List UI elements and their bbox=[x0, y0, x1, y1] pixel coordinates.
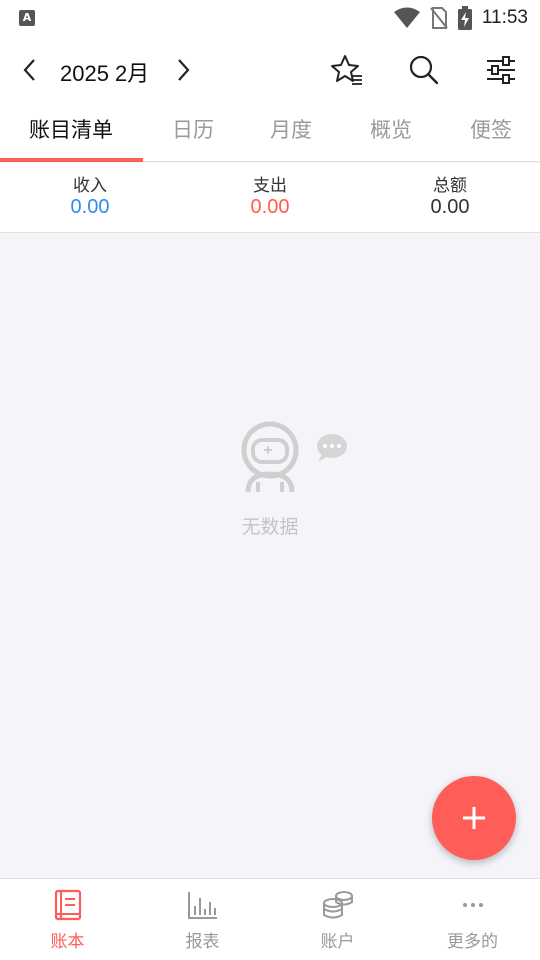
income-label: 收入 bbox=[73, 176, 107, 196]
nav-item-accounts[interactable]: 账户 bbox=[270, 879, 405, 960]
more-dots-icon bbox=[462, 903, 483, 907]
chevron-left-icon bbox=[23, 59, 35, 81]
app-notification-icon: A bbox=[19, 10, 35, 26]
total-label: 总额 bbox=[433, 176, 467, 196]
filter-button[interactable] bbox=[481, 50, 521, 90]
tab-ledger-list[interactable]: 账目清单 bbox=[21, 104, 121, 161]
chevron-right-icon bbox=[178, 59, 190, 81]
tab-monthly[interactable]: 月度 bbox=[241, 104, 341, 161]
favorite-list-icon bbox=[331, 55, 362, 85]
status-bar: A 11:53 bbox=[0, 0, 540, 36]
nav-item-ledger[interactable]: 账本 bbox=[0, 879, 135, 960]
clock-time: 11:53 bbox=[481, 7, 528, 28]
expense-label: 支出 bbox=[253, 176, 287, 196]
nav-label-more: 更多的 bbox=[447, 932, 498, 952]
status-icons: 11:53 bbox=[393, 6, 528, 30]
search-icon bbox=[409, 55, 439, 85]
summary-bar: 收入 0.00 支出 0.00 总额 0.00 bbox=[0, 163, 540, 233]
astronaut-icon bbox=[241, 421, 347, 493]
coins-stack-icon bbox=[322, 891, 353, 919]
next-month-button[interactable] bbox=[163, 50, 203, 90]
nav-item-more[interactable]: 更多的 bbox=[405, 879, 540, 960]
nav-label-accounts: 账户 bbox=[320, 932, 355, 952]
plus-icon bbox=[463, 807, 485, 829]
no-sim-icon bbox=[430, 7, 448, 29]
bottom-navigation: 账本 报表 账户 更多的 bbox=[0, 878, 540, 960]
bar-chart-icon bbox=[187, 892, 217, 919]
expense-value: 0.00 bbox=[250, 196, 290, 218]
ledger-book-icon bbox=[54, 889, 81, 921]
tab-overview[interactable]: 概览 bbox=[341, 104, 441, 161]
favorites-button[interactable] bbox=[327, 50, 367, 90]
wifi-icon bbox=[393, 7, 420, 28]
view-tabs: 账目清单 日历 月度 概览 便签 bbox=[0, 104, 540, 162]
total-summary: 总额 0.00 bbox=[360, 171, 540, 219]
active-tab-indicator bbox=[0, 158, 143, 162]
add-entry-button[interactable] bbox=[432, 776, 516, 860]
tab-calendar[interactable]: 日历 bbox=[143, 104, 243, 161]
tab-notes[interactable]: 便签 bbox=[441, 104, 540, 161]
battery-charging-icon bbox=[457, 6, 472, 30]
nav-label-reports: 报表 bbox=[185, 932, 220, 952]
income-summary: 收入 0.00 bbox=[0, 171, 180, 219]
app-header: 2025 2月 bbox=[0, 36, 540, 104]
expense-summary: 支出 0.00 bbox=[180, 171, 360, 219]
nav-item-reports[interactable]: 报表 bbox=[135, 879, 270, 960]
month-title[interactable]: 2025 2月 bbox=[60, 56, 149, 88]
total-value: 0.00 bbox=[430, 196, 470, 218]
nav-label-ledger: 账本 bbox=[50, 932, 85, 952]
income-value: 0.00 bbox=[70, 196, 110, 218]
prev-month-button[interactable] bbox=[10, 50, 50, 90]
empty-message: 无数据 bbox=[241, 516, 299, 538]
search-button[interactable] bbox=[404, 50, 444, 90]
filter-sliders-icon bbox=[487, 56, 515, 84]
